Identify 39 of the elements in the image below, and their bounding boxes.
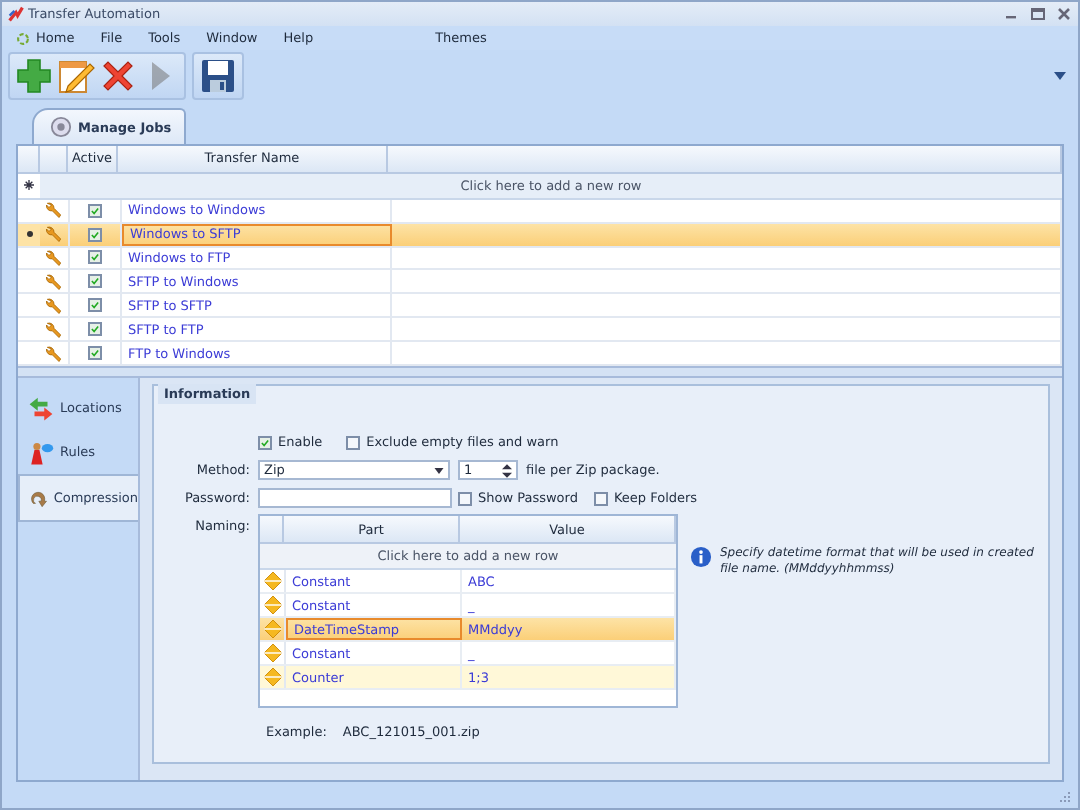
spinner-arrows-icon	[502, 463, 512, 477]
active-checkbox[interactable]	[88, 346, 102, 361]
diamond-icon	[263, 596, 281, 614]
notepad-pencil-icon	[56, 56, 96, 96]
arrows-icon	[28, 395, 54, 421]
password-field[interactable]	[258, 488, 452, 508]
close-icon[interactable]	[1056, 6, 1072, 22]
check-icon	[260, 437, 270, 447]
dropdown-arrow-icon	[434, 467, 444, 473]
info-icon	[690, 546, 712, 568]
edit-button[interactable]	[56, 56, 96, 96]
app-logo-icon	[8, 6, 24, 22]
wrench-icon	[44, 319, 64, 340]
cross-icon	[98, 56, 138, 96]
diamond-icon	[263, 620, 281, 638]
new-row-icon	[24, 180, 34, 191]
diamond-icon	[263, 572, 281, 590]
app-menu-icon[interactable]	[16, 31, 30, 45]
wrench-icon	[44, 200, 64, 221]
figure-with-bubble-icon	[28, 439, 54, 465]
plus-icon	[14, 56, 54, 96]
diamond-icon	[263, 668, 281, 686]
active-checkbox[interactable]	[88, 322, 102, 337]
wrench-icon	[44, 247, 64, 268]
active-checkbox[interactable]	[88, 203, 102, 218]
wrench-icon	[44, 224, 64, 245]
active-checkbox[interactable]	[88, 250, 102, 265]
maximize-icon[interactable]	[1030, 6, 1046, 22]
wrench-icon	[44, 343, 64, 364]
current-row-icon	[25, 230, 33, 239]
delete-button[interactable]	[98, 56, 138, 96]
active-checkbox[interactable]	[88, 227, 102, 242]
add-button[interactable]	[14, 56, 54, 96]
active-checkbox[interactable]	[88, 298, 102, 313]
wrench-icon	[44, 295, 64, 316]
wrench-icon	[44, 271, 64, 292]
dropdown-arrow-icon[interactable]	[1054, 72, 1066, 80]
active-checkbox[interactable]	[88, 274, 102, 289]
diamond-icon	[263, 644, 281, 662]
